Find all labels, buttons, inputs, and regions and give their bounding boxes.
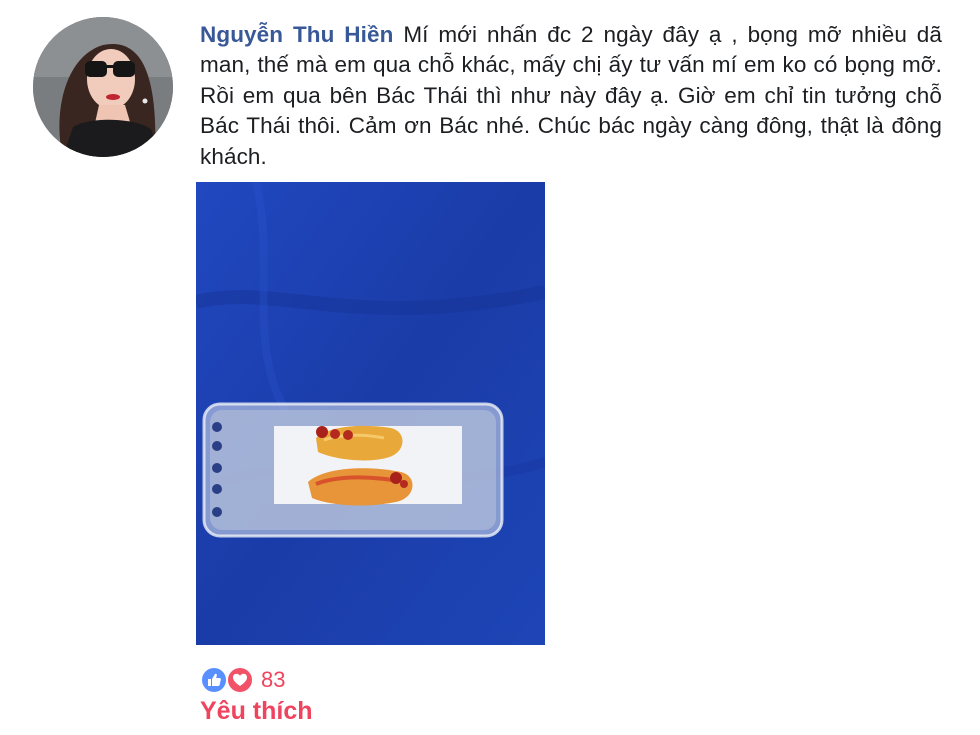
reactions-summary[interactable]: 83 — [200, 665, 285, 695]
author-avatar[interactable] — [33, 17, 173, 157]
comment-photo[interactable] — [196, 182, 545, 645]
like-icon — [200, 666, 228, 694]
reaction-count: 83 — [261, 667, 286, 692]
love-icon — [226, 666, 254, 694]
reaction-label[interactable]: Yêu thích — [200, 697, 313, 726]
avatar-photo — [33, 17, 173, 157]
author-name[interactable]: Nguyễn Thu Hiền — [200, 22, 393, 47]
photo-image — [196, 182, 545, 645]
comment-body: Nguyễn Thu Hiền Mí mới nhấn đc 2 ngày đâ… — [200, 20, 942, 172]
